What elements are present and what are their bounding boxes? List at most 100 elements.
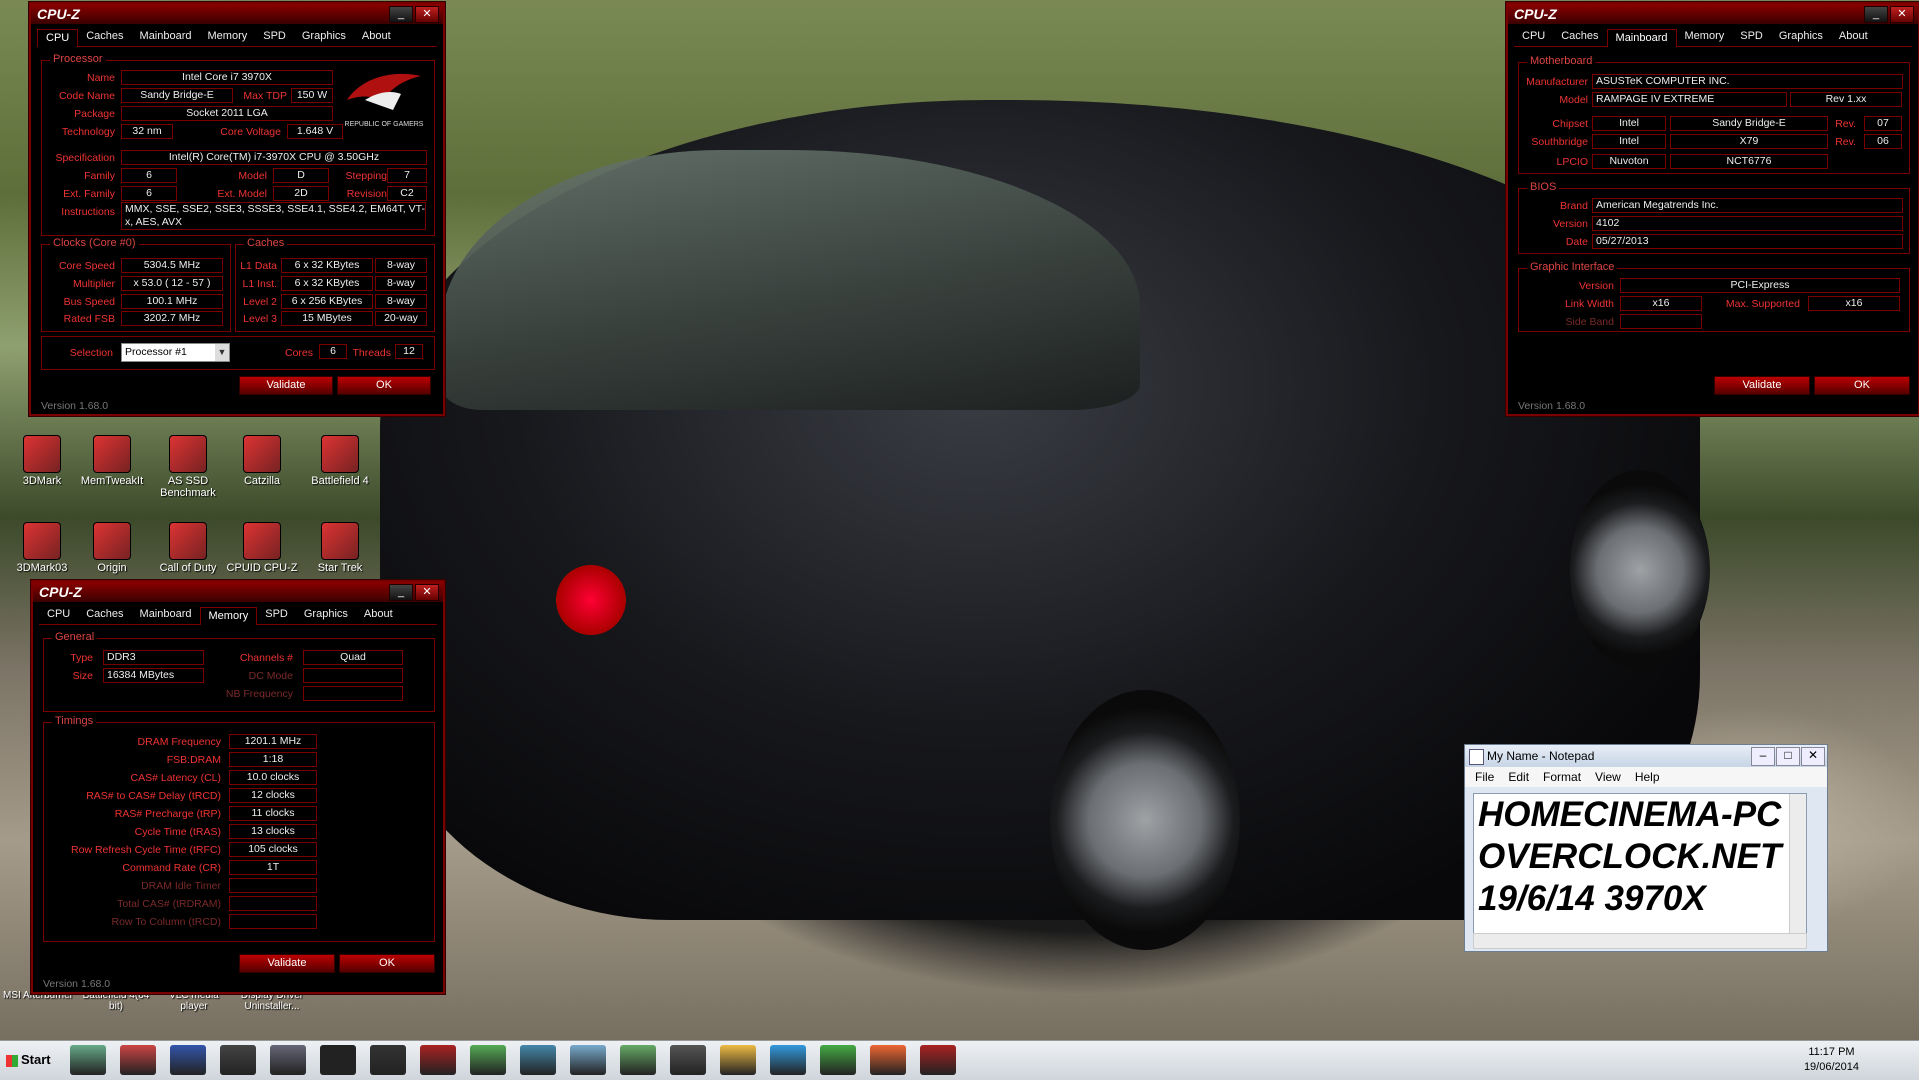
tab-mainboard[interactable]: Mainboard xyxy=(132,606,200,624)
processor-select[interactable]: Processor #1 ▼ xyxy=(121,343,230,362)
tab-memory[interactable]: Memory xyxy=(200,28,256,46)
channels-label: Channels # xyxy=(239,652,293,664)
windows-logo-icon xyxy=(6,1054,18,1067)
ok-button[interactable]: OK xyxy=(1814,376,1910,395)
desktop-icon[interactable]: Star Trek xyxy=(304,522,376,574)
system-clock[interactable]: 11:17 PM 19/06/2014 xyxy=(1804,1045,1859,1075)
explorer-icon[interactable] xyxy=(70,1045,106,1075)
horizontal-scrollbar[interactable] xyxy=(1473,933,1807,949)
race-icon[interactable] xyxy=(370,1045,406,1075)
timing-value: 1T xyxy=(229,860,317,875)
menu-item-help[interactable]: Help xyxy=(1635,767,1660,787)
menu-item-format[interactable]: Format xyxy=(1543,767,1581,787)
maximize-button[interactable]: □ xyxy=(1776,747,1800,766)
close-button[interactable]: ✕ xyxy=(1801,747,1825,766)
close-button[interactable]: ✕ xyxy=(1890,6,1914,23)
timing-label: Cycle Time (tRAS) xyxy=(134,826,221,838)
steam-icon[interactable] xyxy=(170,1045,206,1075)
corespeed-label: Core Speed xyxy=(58,260,115,272)
menu-item-view[interactable]: View xyxy=(1595,767,1621,787)
tab-graphics[interactable]: Graphics xyxy=(1771,28,1831,46)
network-icon[interactable] xyxy=(620,1045,656,1075)
menu-item-edit[interactable]: Edit xyxy=(1508,767,1529,787)
app-icon xyxy=(243,435,281,473)
notepad-line: 19/6/14 3970X xyxy=(1478,879,1706,918)
tab-spd[interactable]: SPD xyxy=(257,606,296,624)
minimize-button[interactable]: – xyxy=(1751,747,1775,766)
steam-icon[interactable] xyxy=(220,1045,256,1075)
model-value: D xyxy=(273,168,329,183)
notepad-text-area[interactable]: HOMECINEMA-PC OVERCLOCK.NET 19/6/14 3970… xyxy=(1473,793,1807,935)
tab-about[interactable]: About xyxy=(356,606,401,624)
folder-icon[interactable] xyxy=(720,1045,756,1075)
ie-icon[interactable] xyxy=(770,1045,806,1075)
tab-cpu[interactable]: CPU xyxy=(1514,28,1553,46)
corevoltage-label: Core Voltage xyxy=(220,126,281,138)
close-button[interactable]: ✕ xyxy=(415,6,439,23)
tab-graphics[interactable]: Graphics xyxy=(296,606,356,624)
tab-caches[interactable]: Caches xyxy=(1553,28,1606,46)
validate-button[interactable]: Validate xyxy=(239,376,333,395)
validate-button[interactable]: Validate xyxy=(1714,376,1810,395)
sideband-label: Side Band xyxy=(1565,316,1614,328)
minimize-button[interactable]: _ xyxy=(389,6,413,23)
vertical-scrollbar[interactable] xyxy=(1789,794,1806,934)
notepad-window: My Name - Notepad – □ ✕ File Edit Format Vi… xyxy=(1464,744,1828,952)
rog-icon[interactable] xyxy=(420,1045,456,1075)
ok-button[interactable]: OK xyxy=(337,376,431,395)
timing-label: DRAM Frequency xyxy=(137,736,221,748)
tab-about[interactable]: About xyxy=(1831,28,1876,46)
validate-button[interactable]: Validate xyxy=(239,954,335,973)
menu-item-file[interactable]: File xyxy=(1475,767,1494,787)
minimize-button[interactable]: _ xyxy=(389,584,413,601)
tab-about[interactable]: About xyxy=(354,28,399,46)
rog-cpu-icon[interactable] xyxy=(920,1045,956,1075)
desktop-icon[interactable]: Origin xyxy=(76,522,148,574)
tab-caches[interactable]: Caches xyxy=(78,606,131,624)
caches-group-title: Caches xyxy=(244,237,288,249)
close-button[interactable]: ✕ xyxy=(415,584,439,601)
chipset-value: Sandy Bridge-E xyxy=(1670,116,1828,131)
tab-caches[interactable]: Caches xyxy=(78,28,131,46)
tab-graphics[interactable]: Graphics xyxy=(294,28,354,46)
desktop-icon[interactable]: Call of Duty xyxy=(152,522,224,574)
notepad-titlebar[interactable]: My Name - Notepad – □ ✕ xyxy=(1465,745,1827,767)
desktop-icon[interactable]: Catzilla xyxy=(226,435,298,487)
model-rev-value: Rev 1.xx xyxy=(1790,92,1902,107)
desktop-icon[interactable]: MemTweakIt xyxy=(76,435,148,487)
memtweakit-icon[interactable] xyxy=(120,1045,156,1075)
origin-icon[interactable] xyxy=(870,1045,906,1075)
sideband-value xyxy=(1620,314,1702,329)
package-label: Package xyxy=(74,108,115,120)
notepad-icon[interactable] xyxy=(570,1045,606,1075)
version-text: Version 1.68.0 xyxy=(41,400,109,412)
chevron-down-icon[interactable]: ▼ xyxy=(215,344,229,361)
instructions-value: MMX, SSE, SSE2, SSE3, SSSE3, SSE4.1, SSE… xyxy=(121,202,426,230)
app-icon xyxy=(93,435,131,473)
desktop-icon[interactable]: 3DMark03 xyxy=(6,522,78,574)
desktop-icon[interactable]: CPUID CPU-Z xyxy=(226,522,298,574)
desktop-icon[interactable]: 3DMark xyxy=(6,435,78,487)
tab-cpu[interactable]: CPU xyxy=(37,29,79,47)
desktop-icon[interactable]: Battlefield 4 xyxy=(304,435,376,487)
tab-memory[interactable]: Memory xyxy=(199,607,258,625)
ok-button[interactable]: OK xyxy=(339,954,435,973)
desktop-icon-label: Call of Duty xyxy=(159,562,217,574)
tab-spd[interactable]: SPD xyxy=(255,28,294,46)
window-icon[interactable] xyxy=(270,1045,306,1075)
minimize-button[interactable]: _ xyxy=(1864,6,1888,23)
cod-icon[interactable] xyxy=(320,1045,356,1075)
dcmode-value xyxy=(303,668,403,683)
network-icon[interactable] xyxy=(520,1045,556,1075)
tab-mainboard[interactable]: Mainboard xyxy=(132,28,200,46)
cpu-icon[interactable] xyxy=(470,1045,506,1075)
xbox-icon[interactable] xyxy=(820,1045,856,1075)
tab-cpu[interactable]: CPU xyxy=(39,606,78,624)
tab-memory[interactable]: Memory xyxy=(1677,28,1733,46)
desktop-icon[interactable]: AS SSD Benchmark xyxy=(152,435,224,499)
revision-label: Revision xyxy=(346,188,387,200)
display-icon[interactable] xyxy=(670,1045,706,1075)
tab-mainboard[interactable]: Mainboard xyxy=(1606,29,1677,47)
start-button[interactable]: Start xyxy=(2,1044,56,1076)
tab-spd[interactable]: SPD xyxy=(1732,28,1771,46)
